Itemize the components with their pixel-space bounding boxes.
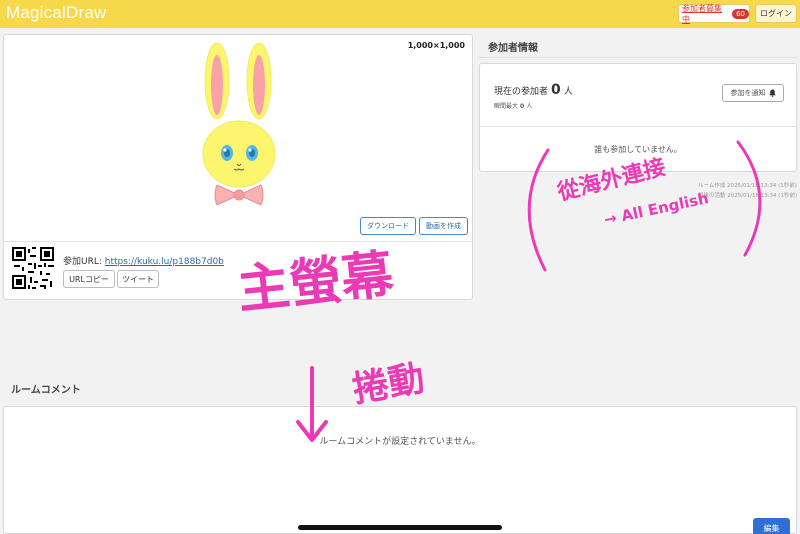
divider xyxy=(4,241,472,242)
annotation-english-note: → All English xyxy=(602,189,711,229)
divider xyxy=(479,57,797,58)
room-comment-empty-message: ルームコメントが設定されていません。 xyxy=(319,437,481,447)
max-participants-label: 瞬間最大 xyxy=(494,103,519,110)
brand-logo[interactable]: MagicalDraw xyxy=(6,3,106,23)
edit-comment-button[interactable]: 編集 xyxy=(753,518,790,534)
recruiting-label: 参加者募集中 xyxy=(682,3,722,24)
divider xyxy=(480,126,796,127)
no-participants-message: 誰も参加していません。 xyxy=(594,145,682,154)
canvas-dimensions: 1,000×1,000 xyxy=(407,41,465,50)
current-participants: 現在の参加者 0 人 xyxy=(494,82,573,98)
login-button[interactable]: ログイン xyxy=(755,4,797,23)
current-participants-unit: 人 xyxy=(563,87,573,97)
annotation-scroll-note: 捲動 xyxy=(349,358,428,411)
notify-join-button[interactable]: 参加を通知 xyxy=(722,84,784,102)
recruiting-button[interactable]: 参加者募集中 60 xyxy=(678,3,750,24)
rabbit-drawing xyxy=(202,42,276,206)
join-url-link[interactable]: https://kuku.lu/p188b7d0b xyxy=(105,257,224,267)
current-participants-label: 現在の参加者 xyxy=(494,87,549,97)
annotation-main-screen: 主螢幕 xyxy=(234,244,397,321)
home-indicator[interactable] xyxy=(298,525,502,530)
join-url-line: 参加URL: https://kuku.lu/p188b7d0b xyxy=(63,254,224,267)
max-participants: 瞬間最大 0 人 xyxy=(494,101,532,110)
participants-title: 参加者情報 xyxy=(488,43,538,54)
notify-join-label: 参加を通知 xyxy=(730,89,766,97)
top-bar: MagicalDraw 参加者募集中 60 ログイン xyxy=(0,0,800,28)
max-participants-count: 0 xyxy=(520,103,525,110)
join-url-label: 参加URL: xyxy=(63,257,102,267)
tweet-button[interactable]: ツイート xyxy=(117,270,159,288)
recruiting-count-badge: 60 xyxy=(732,8,749,19)
current-participants-count: 0 xyxy=(551,82,561,98)
room-comment-panel: ルームコメントが設定されていません。 編集 xyxy=(3,406,797,534)
last-activity-time: 最後の活動 2025/01/18 13:34 (1秒前) xyxy=(698,193,798,199)
room-created-time: ルーム作成 2025/01/18 13:34 (1秒前) xyxy=(698,183,797,189)
copy-url-button[interactable]: URLコピー xyxy=(63,270,115,288)
room-comment-title: ルームコメント xyxy=(11,385,81,396)
bell-icon xyxy=(768,89,776,97)
qr-code-image xyxy=(12,247,54,289)
make-video-button[interactable]: 動画を作成 xyxy=(419,217,468,235)
max-participants-unit: 人 xyxy=(526,103,533,110)
